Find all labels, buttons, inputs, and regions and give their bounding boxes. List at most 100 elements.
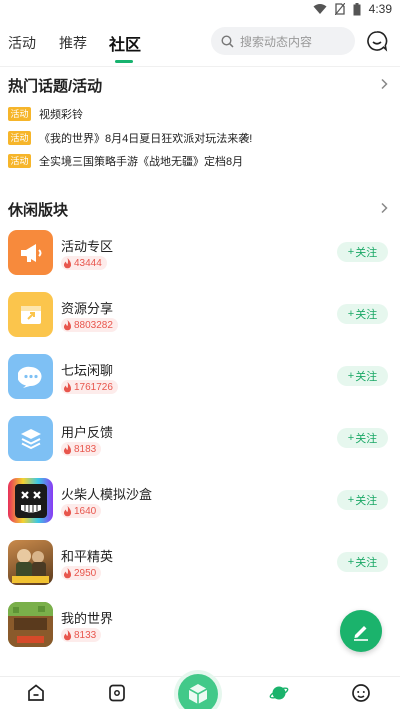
board-list: 活动专区 43444 + 关注 资源分享 8803282 + 关注 七坛闲聊 176…: [8, 230, 392, 664]
board-item[interactable]: 和平精英 2950 + 关注: [8, 540, 392, 602]
home-icon: [28, 684, 44, 701]
board-name: 活动专区: [61, 239, 114, 254]
topic-badge: 活动: [8, 154, 31, 168]
board-name: 资源分享: [61, 301, 114, 316]
heat-count: 1640: [74, 505, 97, 517]
heat-count: 8183: [74, 443, 97, 455]
plus-icon: +: [347, 494, 355, 506]
board-name: 和平精英: [61, 549, 114, 564]
flame-icon: [63, 629, 72, 640]
flame-icon: [63, 443, 72, 454]
topic-text: 《我的世界》8月4日夏日狂欢派对玩法来袭!: [39, 133, 253, 145]
chat-bubble-icon: [8, 354, 53, 399]
search-icon: [221, 34, 234, 48]
top-nav: 活动 推荐 社区 搜索动态内容: [0, 20, 400, 64]
compose-button[interactable]: [340, 610, 382, 652]
status-bar: 4:39: [0, 0, 400, 18]
follow-label: 关注: [355, 495, 378, 507]
layers-icon: [8, 416, 53, 461]
heat-count: 1761726: [74, 381, 113, 393]
boards-more-icon[interactable]: [378, 202, 390, 214]
board-item[interactable]: 用户反馈 8183 + 关注: [8, 416, 392, 478]
board-item[interactable]: 我的世界 8133: [8, 602, 392, 664]
flame-icon: [63, 319, 72, 330]
topic-badge: 活动: [8, 131, 31, 145]
heat-count: 43444: [74, 257, 102, 269]
hot-topics-title: 热门话题/活动: [8, 78, 103, 95]
board-item[interactable]: 资源分享 8803282 + 关注: [8, 292, 392, 354]
plus-icon: +: [347, 432, 355, 444]
nav-divider: [0, 66, 400, 67]
bottom-nav-community[interactable]: [249, 677, 309, 703]
search-input[interactable]: 搜索动态内容: [211, 27, 355, 55]
megaphone-icon: [8, 230, 53, 275]
plus-icon: +: [347, 246, 355, 258]
flame-icon: [63, 257, 72, 268]
topic-item[interactable]: 活动 视频彩铃: [8, 106, 83, 122]
tab-activity[interactable]: 活动: [8, 33, 36, 53]
follow-button[interactable]: + 关注: [337, 304, 388, 324]
search-placeholder: 搜索动态内容: [240, 34, 313, 49]
board-name: 用户反馈: [61, 425, 114, 440]
board-item[interactable]: 火柴人模拟沙盒 1640 + 关注: [8, 478, 392, 540]
peace-elite-game-icon: [8, 540, 53, 585]
follow-button[interactable]: + 关注: [337, 366, 388, 386]
board-name: 火柴人模拟沙盒: [61, 487, 153, 502]
board-item[interactable]: 活动专区 43444 + 关注: [8, 230, 392, 292]
follow-button[interactable]: + 关注: [337, 552, 388, 572]
hot-topics-more-icon[interactable]: [378, 78, 390, 90]
follow-label: 关注: [355, 433, 378, 445]
bottom-nav-center[interactable]: [178, 674, 218, 709]
follow-label: 关注: [355, 371, 378, 383]
bottom-nav-games[interactable]: [87, 677, 147, 703]
tab-community[interactable]: 社区: [109, 31, 141, 55]
board-name: 七坛闲聊: [61, 363, 114, 378]
topic-badge: 活动: [8, 107, 31, 121]
follow-label: 关注: [355, 247, 378, 259]
battery-icon: [353, 2, 361, 15]
follow-button[interactable]: + 关注: [337, 428, 388, 448]
flame-icon: [63, 381, 72, 392]
status-time: 4:39: [368, 2, 392, 16]
profile-icon: [352, 684, 370, 702]
topic-text: 全实境三国策略手游《战地无疆》定档8月: [39, 156, 244, 168]
no-sim-icon: [334, 3, 345, 15]
heat-badge: 8133: [61, 628, 102, 642]
bottom-nav-home[interactable]: [6, 677, 66, 703]
active-tab-indicator: [115, 60, 133, 63]
flame-icon: [63, 505, 72, 516]
pencil-icon: [354, 626, 368, 641]
heat-badge: 1761726: [61, 380, 118, 394]
cube-icon: [188, 684, 208, 704]
tab-recommend[interactable]: 推荐: [59, 33, 87, 53]
heat-badge: 8183: [61, 442, 102, 456]
share-box-icon: [8, 292, 53, 337]
topic-item[interactable]: 活动 《我的世界》8月4日夏日狂欢派对玩法来袭!: [8, 130, 252, 146]
plus-icon: +: [347, 370, 355, 382]
bottom-nav-profile[interactable]: [331, 677, 391, 703]
planet-icon: [269, 686, 289, 700]
heat-badge: 2950: [61, 566, 102, 580]
plus-icon: +: [347, 308, 355, 320]
heat-badge: 43444: [61, 256, 107, 270]
heat-badge: 8803282: [61, 318, 118, 332]
topic-text: 视频彩铃: [39, 109, 83, 121]
wifi-icon: [313, 4, 327, 14]
minecraft-game-icon: [8, 602, 53, 647]
gamepad-icon: [109, 684, 125, 702]
board-name: 我的世界: [61, 611, 114, 626]
board-item[interactable]: 七坛闲聊 1761726 + 关注: [8, 354, 392, 416]
topic-item[interactable]: 活动 全实境三国策略手游《战地无疆》定档8月: [8, 153, 243, 169]
follow-button[interactable]: + 关注: [337, 490, 388, 510]
heat-count: 8133: [74, 629, 97, 641]
heat-count: 2950: [74, 567, 97, 579]
heat-count: 8803282: [74, 319, 113, 331]
follow-label: 关注: [355, 557, 378, 569]
message-icon[interactable]: [366, 30, 388, 52]
stickman-game-icon: [8, 478, 53, 523]
boards-title: 休闲版块: [8, 202, 69, 219]
flame-icon: [63, 567, 72, 578]
follow-label: 关注: [355, 309, 378, 321]
heat-badge: 1640: [61, 504, 102, 518]
follow-button[interactable]: + 关注: [337, 242, 388, 262]
